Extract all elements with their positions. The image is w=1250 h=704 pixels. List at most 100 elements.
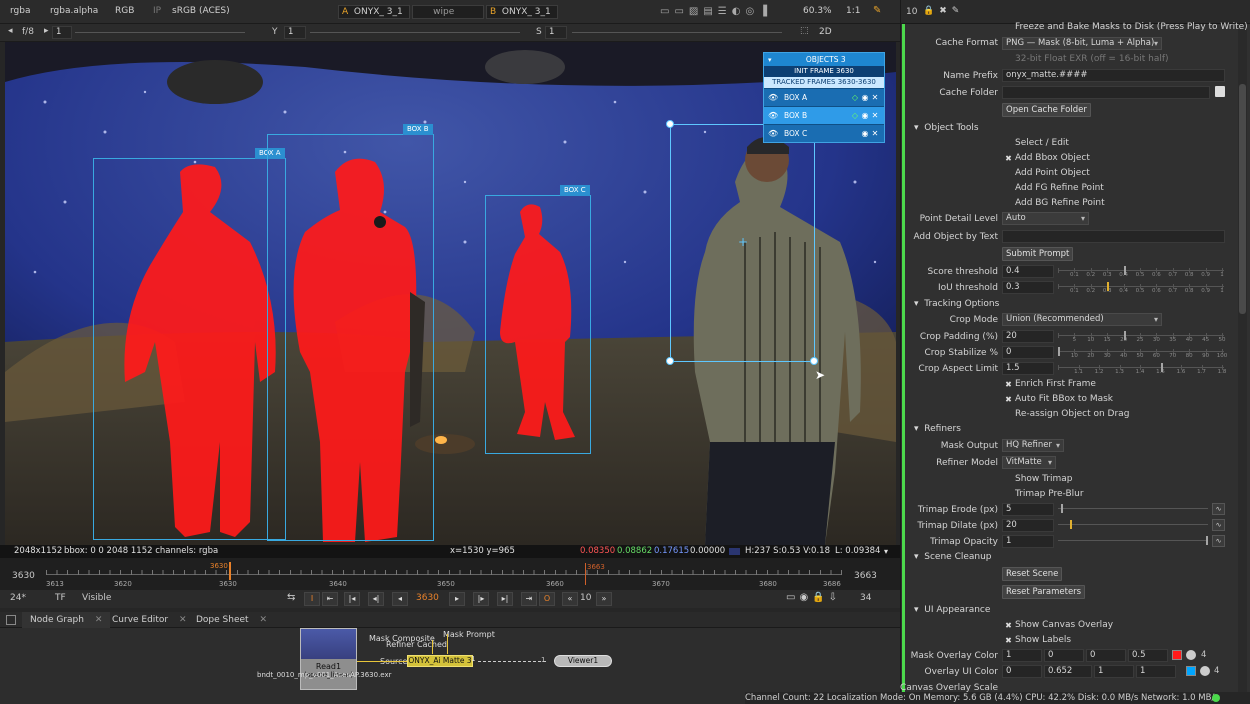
slider-knob[interactable] [1160, 363, 1163, 372]
bbox-b[interactable] [267, 134, 434, 541]
mask-overlay-swatch[interactable] [1172, 650, 1182, 660]
fps-dropdown[interactable]: 24* [10, 593, 26, 603]
show-trimap-checkbox[interactable] [1004, 475, 1013, 484]
view-mode-dropdown[interactable]: 2D [816, 26, 866, 40]
show-labels-checkbox[interactable]: ✖ [1004, 636, 1013, 645]
scrollbar-thumb[interactable] [1239, 84, 1246, 314]
reassign-checkbox[interactable] [1004, 410, 1013, 419]
score-threshold-field[interactable]: 0.4 [1002, 265, 1054, 278]
score-threshold-slider[interactable]: 0.1 0.2 0.3 0.4 0.5 0.6 0.7 0.8 0.9 1 [1058, 266, 1224, 278]
tab-curve-editor[interactable]: Curve Editor ✕ [104, 612, 194, 628]
curve-icon[interactable]: ∿ [1212, 519, 1225, 531]
crop-stabilize-slider[interactable]: 10 20 30 40 50 60 70 80 90 100 [1058, 347, 1227, 359]
close-icon[interactable]: ✕ [179, 615, 187, 625]
cache-format-dropdown[interactable]: PNG — Mask (8-bit, Luma + Alpha) [1002, 37, 1162, 50]
tab-node-graph[interactable]: Node Graph ✕ [22, 612, 111, 628]
slider-knob[interactable] [1058, 347, 1060, 356]
skip-forward-icon[interactable]: » [596, 592, 612, 606]
eye-icon[interactable]: 👁 [768, 129, 778, 138]
object-row-box-a[interactable]: 👁 BOX A ◇ ◉ ✕ [764, 88, 884, 106]
viewer-node[interactable]: Viewer1 [554, 655, 612, 667]
slider-track[interactable] [1058, 508, 1208, 509]
mask-output-dropdown[interactable]: HQ Refiner [1002, 439, 1064, 452]
color-wheel-icon[interactable] [1200, 666, 1210, 676]
trimap-erode-field[interactable]: 5 [1002, 503, 1054, 516]
objects-header[interactable]: ▾ OBJECTS 3 [764, 53, 884, 66]
trimap-erode-slider[interactable] [1058, 504, 1208, 515]
close-icon[interactable]: ✕ [870, 111, 880, 120]
view-transform-dropdown[interactable]: sRGB (ACES) [172, 4, 230, 19]
panel-count[interactable]: 10 [906, 7, 917, 17]
eye-icon[interactable]: 👁 [768, 93, 778, 102]
read-node[interactable]: Read1 (scene_linear) [300, 628, 357, 690]
overlay-ui-a[interactable]: 1 [1136, 665, 1176, 678]
slider-knob[interactable] [1123, 331, 1126, 340]
skip-back-icon[interactable]: « [562, 592, 578, 606]
current-frame-field[interactable]: 3630 [416, 593, 439, 603]
input-a-dropdown[interactable]: A ONYX_ 3_1 [338, 5, 410, 19]
point-detail-dropdown[interactable]: Auto [1002, 212, 1089, 225]
channels-dropdown[interactable]: rgba [10, 4, 30, 19]
crop-aspect-field[interactable]: 1.5 [1002, 362, 1054, 375]
crop-stabilize-field[interactable]: 0 [1002, 346, 1054, 359]
bbox-handle-top-left[interactable] [666, 120, 674, 128]
curve-icon[interactable]: ∿ [1212, 503, 1225, 515]
add-fg-checkbox[interactable] [1004, 184, 1013, 193]
bbox-c[interactable] [485, 195, 591, 454]
saturation-field[interactable]: 1 [545, 26, 567, 39]
playback-options-icons[interactable]: ▭◉🔒⇩ [786, 592, 841, 603]
object-row-box-b[interactable]: 👁 BOX B ◇ ◉ ✕ [764, 106, 884, 124]
refiner-model-dropdown[interactable]: VitMatte [1002, 456, 1056, 469]
trimap-dilate-slider[interactable] [1058, 520, 1208, 531]
viewer-tool-icons[interactable]: ▭▭▨▤☰◐◎▐ [660, 6, 790, 18]
float-exr-checkbox[interactable] [1004, 55, 1013, 64]
wipe-mode-dropdown[interactable]: wipe [412, 5, 484, 19]
properties-scrollbar[interactable] [1238, 24, 1247, 694]
reset-scene-button[interactable]: Reset Scene [1002, 567, 1063, 581]
overlay-ui-b[interactable]: 1 [1094, 665, 1134, 678]
loop-mode-icon[interactable]: ⇆ [287, 592, 295, 603]
target-icon[interactable]: ◉ [860, 93, 870, 102]
mask-overlay-g[interactable]: 0 [1044, 649, 1084, 662]
section-triangle-icon[interactable]: ▾ [914, 299, 919, 309]
gain-slider[interactable] [75, 32, 245, 33]
cache-folder-field[interactable] [1002, 86, 1210, 99]
crop-padding-slider[interactable]: 5 10 15 20 25 30 35 40 45 50 [1058, 331, 1226, 343]
object-tools-section[interactable]: ▾ Object Tools [914, 123, 979, 133]
ratio-dropdown[interactable]: 1:1 [846, 4, 860, 19]
slider-track[interactable] [1058, 335, 1224, 336]
section-triangle-icon[interactable]: ▾ [914, 552, 919, 562]
target-icon[interactable]: ◉ [860, 129, 870, 138]
colorspace-dropdown[interactable]: RGB [115, 4, 134, 19]
ui-appearance-section[interactable]: ▾ UI Appearance [914, 605, 990, 615]
timeline[interactable]: 3630 3663 3630 3663 3613 3620 3630 3640 … [0, 558, 900, 590]
zoom-dropdown[interactable]: 60.3% [803, 4, 832, 19]
keyframe-icon[interactable]: ◇ [850, 93, 860, 102]
curve-icon[interactable]: ∿ [1212, 535, 1225, 547]
saturation-slider[interactable] [572, 32, 782, 33]
slider-knob[interactable] [1206, 536, 1208, 545]
mask-overlay-channels[interactable]: 4 [1201, 650, 1206, 660]
play-forward-icon[interactable]: ▸ [449, 592, 465, 606]
overlay-ui-g[interactable]: 0.652 [1044, 665, 1092, 678]
roi-icon[interactable]: ⬚ [800, 26, 809, 36]
mask-overlay-r[interactable]: 1 [1002, 649, 1042, 662]
select-edit-checkbox[interactable] [1004, 139, 1013, 148]
info-dropdown-icon[interactable]: ▾ [884, 545, 888, 558]
overlay-ui-channels[interactable]: 4 [1214, 666, 1219, 676]
fstop-left-arrow-icon[interactable]: ◂ [8, 26, 13, 36]
color-wheel-icon[interactable] [1186, 650, 1196, 660]
eyedropper-icon[interactable]: ✎ [873, 5, 881, 16]
object-row-box-c[interactable]: 👁 BOX C ◉ ✕ [764, 124, 884, 142]
scene-cleanup-section[interactable]: ▾ Scene Cleanup [914, 552, 992, 562]
close-icon[interactable]: ✕ [95, 615, 103, 625]
iou-threshold-slider[interactable]: 0.1 0.2 0.3 0.4 0.5 0.6 0.7 0.8 0.9 1 [1058, 282, 1224, 294]
tab-dope-sheet[interactable]: Dope Sheet ✕ [188, 612, 275, 628]
onyx-node[interactable]: ONYX_Ai Matte 3 [407, 655, 473, 667]
add-bbox-checkbox[interactable]: ✖ [1004, 154, 1013, 163]
first-frame-icon[interactable]: ⇤ [322, 592, 338, 606]
alpha-channel-dropdown[interactable]: rgba.alpha [50, 4, 98, 19]
crop-mode-dropdown[interactable]: Union (Recommended) [1002, 313, 1162, 326]
fstop-value[interactable]: f/8 [22, 27, 34, 37]
visible-dropdown[interactable]: Visible [82, 593, 111, 603]
